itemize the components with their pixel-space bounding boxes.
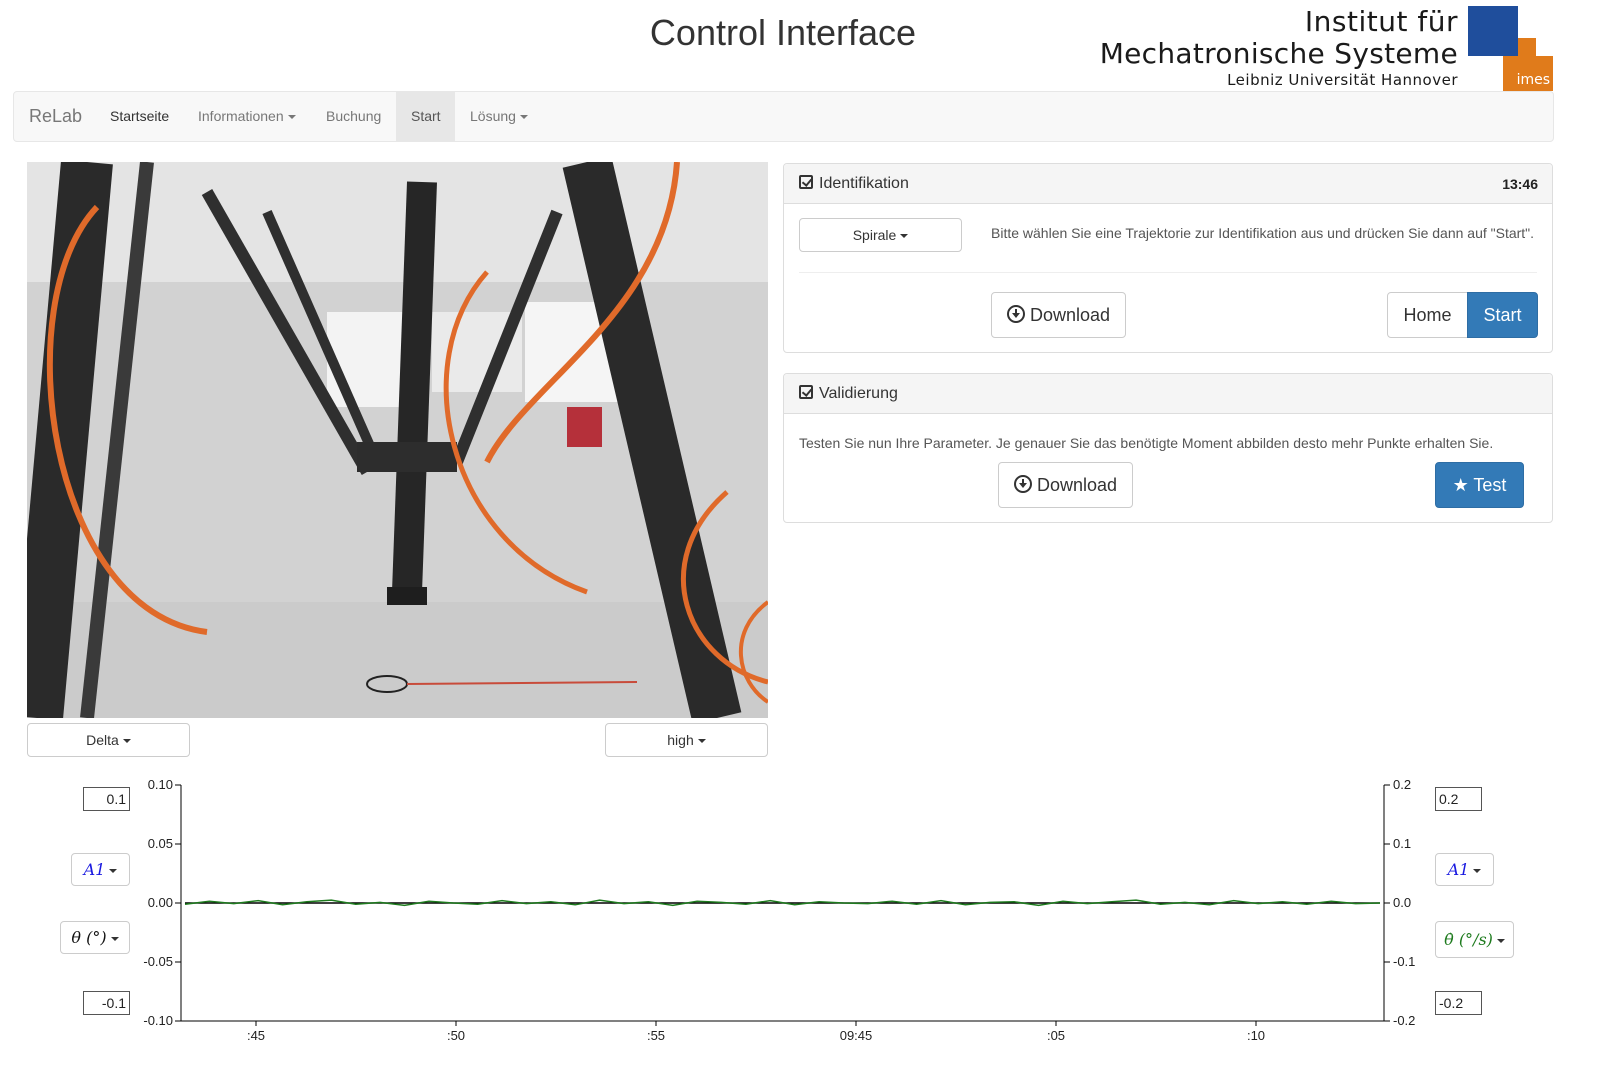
live-plot: 0.10 0.05 0.00 -0.05 -0.10 0.2 0.1 0.0 -0.1 -0.2:… (143, 777, 1415, 1043)
logo-blue-square (1468, 6, 1518, 56)
logo-mark-text: imes (1516, 72, 1550, 88)
test-label: Test (1473, 475, 1507, 495)
home-button[interactable]: Home (1387, 292, 1468, 338)
left-y-tick-label: 0.10 (148, 777, 173, 792)
x-tick-label: :55 (647, 1028, 665, 1043)
right-y-tick-label: -0.1 (1393, 954, 1415, 969)
x-tick-label: :10 (1247, 1028, 1265, 1043)
nav-label: Buchung (326, 108, 382, 124)
download-icon (1013, 475, 1032, 493)
validation-download-button[interactable]: Download (998, 462, 1133, 508)
logo-line-3: Leibniz Universität Hannover (1227, 71, 1458, 89)
caret-down-icon (697, 739, 706, 744)
identification-help-text: Bitte wählen Sie eine Trajektorie zur Id… (991, 225, 1535, 241)
logo-line-2: Mechatronische Systeme (1099, 37, 1458, 70)
divider (799, 272, 1537, 273)
right-y-tick-label: -0.2 (1393, 1013, 1415, 1028)
nav-label: Lösung (470, 108, 516, 124)
validation-title: Validierung (819, 385, 898, 402)
x-tick-label: 09:45 (840, 1028, 873, 1043)
navbar-brand[interactable]: ReLab (29, 92, 82, 141)
right-y-tick-label: 0.2 (1393, 777, 1411, 792)
nav-item-buchung[interactable]: Buchung (311, 92, 396, 141)
home-label: Home (1403, 305, 1452, 325)
nav-item-start[interactable]: Start (396, 92, 455, 141)
nav-item-loesung[interactable]: Lösung (455, 92, 543, 141)
identification-title: Identifikation (819, 175, 909, 192)
validation-panel-heading: Validierung (784, 374, 1552, 414)
countdown-timer: 13:46 (1502, 176, 1538, 192)
start-button[interactable]: Start (1467, 292, 1538, 338)
camera-view-value: Delta (86, 732, 119, 748)
logo-line-1: Institut für (1304, 5, 1458, 38)
caret-down-icon (287, 115, 296, 120)
nav-label: Informationen (198, 108, 284, 124)
caret-down-icon (122, 739, 131, 744)
camera-image (27, 162, 768, 718)
caret-down-icon (519, 115, 528, 120)
download-label: Download (1036, 475, 1118, 495)
identification-panel-heading: Identifikation 13:46 (784, 164, 1552, 204)
right-y-tick-label: 0.0 (1393, 895, 1411, 910)
nav-label: Start (411, 108, 441, 124)
start-label: Start (1483, 305, 1522, 325)
x-tick-label: :50 (447, 1028, 465, 1043)
left-y-tick-label: 0.00 (148, 895, 173, 910)
identification-panel: Identifikation 13:46 Spirale Bitte wähle… (783, 163, 1553, 353)
nav-item-informationen[interactable]: Informationen (183, 92, 311, 141)
stream-quality-select[interactable]: high (605, 723, 768, 757)
right-y-tick-label: 0.1 (1393, 836, 1411, 851)
identification-download-button[interactable]: Download (991, 292, 1126, 338)
stream-quality-value: high (667, 732, 694, 748)
left-y-tick-label: -0.10 (143, 1013, 173, 1028)
x-tick-label: :45 (247, 1028, 265, 1043)
download-icon (1006, 305, 1025, 323)
x-tick-label: :05 (1047, 1028, 1065, 1043)
institute-logo-text: Institut für Mechatronische Systeme Leib… (1100, 6, 1458, 90)
nav-item-startseite[interactable]: Startseite (95, 92, 184, 141)
caret-down-icon (900, 234, 909, 239)
nav-label: Startseite (110, 108, 170, 124)
camera-view-select[interactable]: Delta (27, 723, 190, 757)
validation-panel: Validierung Testen Sie nun Ihre Paramete… (783, 373, 1553, 523)
check-square-icon (799, 385, 813, 399)
camera-feed (27, 162, 768, 718)
trajectory-value: Spirale (852, 227, 897, 243)
left-y-tick-label: -0.05 (143, 954, 173, 969)
logo-orange-small-square (1518, 38, 1536, 56)
test-button[interactable]: ★ Test (1435, 462, 1524, 508)
navbar: ReLab Startseite Informationen Buchung S… (13, 91, 1554, 142)
validation-help-text: Testen Sie nun Ihre Parameter. Je genaue… (799, 435, 1494, 451)
check-square-icon (799, 175, 813, 189)
left-y-tick-label: 0.05 (148, 836, 173, 851)
star-icon: ★ (1452, 475, 1469, 495)
download-label: Download (1029, 305, 1111, 325)
trajectory-select[interactable]: Spirale (799, 218, 962, 252)
